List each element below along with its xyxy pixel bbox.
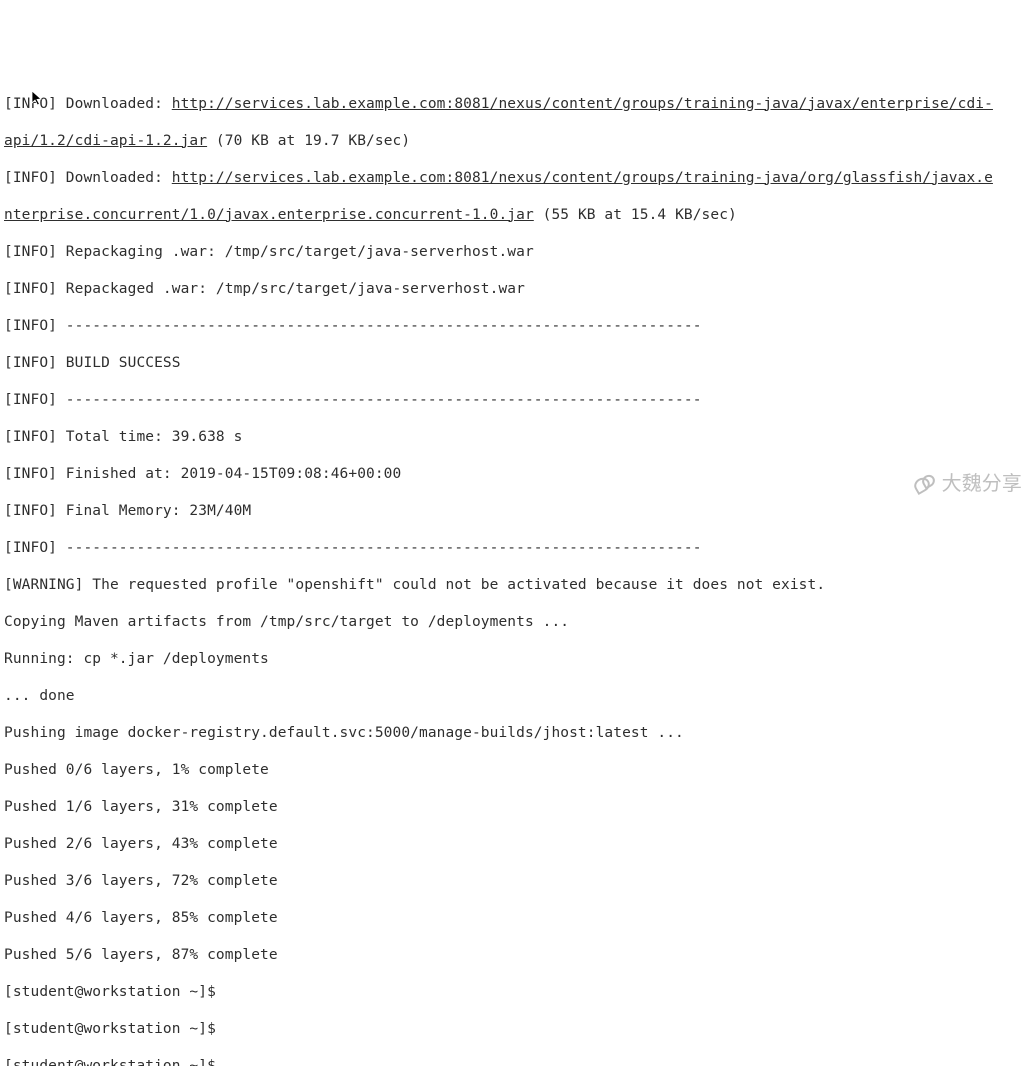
log-line: nterprise.concurrent/1.0/javax.enterpris… (4, 206, 1032, 225)
log-line: Copying Maven artifacts from /tmp/src/ta… (4, 613, 1032, 632)
terminal-output[interactable]: [INFO] Downloaded: http://services.lab.e… (0, 74, 1036, 1066)
log-line: Pushed 1/6 layers, 31% complete (4, 798, 1032, 817)
shell-prompt[interactable]: [student@workstation ~]$ (4, 983, 1032, 1002)
log-suffix: (55 KB at 15.4 KB/sec) (534, 207, 737, 223)
log-line: [INFO] Downloaded: http://services.lab.e… (4, 169, 1032, 188)
log-line: Pushed 5/6 layers, 87% complete (4, 946, 1032, 965)
download-url[interactable]: http://services.lab.example.com:8081/nex… (172, 96, 993, 112)
shell-prompt[interactable]: [student@workstation ~]$ (4, 1057, 1032, 1066)
log-line: Pushed 0/6 layers, 1% complete (4, 761, 1032, 780)
mouse-pointer-icon (30, 53, 46, 69)
log-line: [INFO] ---------------------------------… (4, 317, 1032, 336)
shell-prompt[interactable]: [student@workstation ~]$ (4, 1020, 1032, 1039)
log-line: [INFO] Total time: 39.638 s (4, 428, 1032, 447)
log-line: [INFO] Repackaged .war: /tmp/src/target/… (4, 280, 1032, 299)
log-line: [INFO] Final Memory: 23M/40M (4, 502, 1032, 521)
log-line: [WARNING] The requested profile "openshi… (4, 576, 1032, 595)
log-prefix: [INFO] Downloaded: (4, 96, 172, 112)
download-url[interactable]: http://services.lab.example.com:8081/nex… (172, 170, 993, 186)
download-url[interactable]: api/1.2/cdi-api-1.2.jar (4, 133, 207, 149)
download-url[interactable]: nterprise.concurrent/1.0/javax.enterpris… (4, 207, 534, 223)
log-line: ... done (4, 687, 1032, 706)
log-line: [INFO] Finished at: 2019-04-15T09:08:46+… (4, 465, 1032, 484)
log-line: [INFO] ---------------------------------… (4, 539, 1032, 558)
log-suffix: (70 KB at 19.7 KB/sec) (207, 133, 410, 149)
log-line: Pushed 2/6 layers, 43% complete (4, 835, 1032, 854)
log-line: [INFO] Repackaging .war: /tmp/src/target… (4, 243, 1032, 262)
log-prefix: [INFO] Downloaded: (4, 170, 172, 186)
log-line: Running: cp *.jar /deployments (4, 650, 1032, 669)
log-line: api/1.2/cdi-api-1.2.jar (70 KB at 19.7 K… (4, 132, 1032, 151)
log-line: [INFO] Downloaded: http://services.lab.e… (4, 95, 1032, 114)
log-line: [INFO] ---------------------------------… (4, 391, 1032, 410)
log-line: [INFO] BUILD SUCCESS (4, 354, 1032, 373)
log-line: Pushed 3/6 layers, 72% complete (4, 872, 1032, 891)
log-line: Pushed 4/6 layers, 85% complete (4, 909, 1032, 928)
log-line: Pushing image docker-registry.default.sv… (4, 724, 1032, 743)
